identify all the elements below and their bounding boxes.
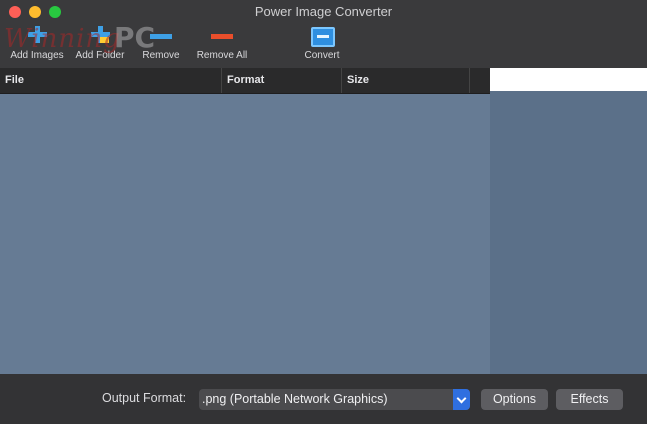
output-format-select[interactable]: .png (Portable Network Graphics) bbox=[199, 389, 470, 410]
effects-button[interactable]: Effects bbox=[556, 389, 623, 410]
remove-all-icon bbox=[211, 24, 233, 46]
app-window: Power Image Converter Add Images Add Fol… bbox=[0, 0, 647, 424]
convert-button[interactable]: Convert bbox=[302, 24, 342, 61]
output-format-label: Output Format: bbox=[102, 391, 187, 405]
watermark-pc: PC bbox=[114, 21, 156, 54]
preview-header bbox=[490, 68, 647, 91]
column-header-size[interactable]: Size bbox=[342, 68, 470, 93]
remove-all-label: Remove All bbox=[196, 50, 248, 61]
convert-icon bbox=[310, 24, 335, 47]
column-header-file[interactable]: File bbox=[0, 68, 222, 93]
output-format-value: .png (Portable Network Graphics) bbox=[202, 392, 388, 406]
titlebar-toolbar: Power Image Converter Add Images Add Fol… bbox=[0, 0, 647, 68]
column-header-format[interactable]: Format bbox=[222, 68, 342, 93]
convert-label: Convert bbox=[304, 50, 340, 61]
column-header-extra bbox=[470, 68, 490, 93]
window-title: Power Image Converter bbox=[254, 4, 393, 19]
file-list-area[interactable] bbox=[0, 94, 490, 374]
chevron-down-icon[interactable] bbox=[453, 389, 470, 410]
watermark-script: Winning bbox=[4, 24, 121, 54]
remove-all-button[interactable]: Remove All bbox=[194, 24, 250, 61]
file-table-header: File Format Size bbox=[0, 68, 490, 94]
options-button[interactable]: Options bbox=[481, 389, 548, 410]
preview-panel bbox=[490, 91, 647, 374]
